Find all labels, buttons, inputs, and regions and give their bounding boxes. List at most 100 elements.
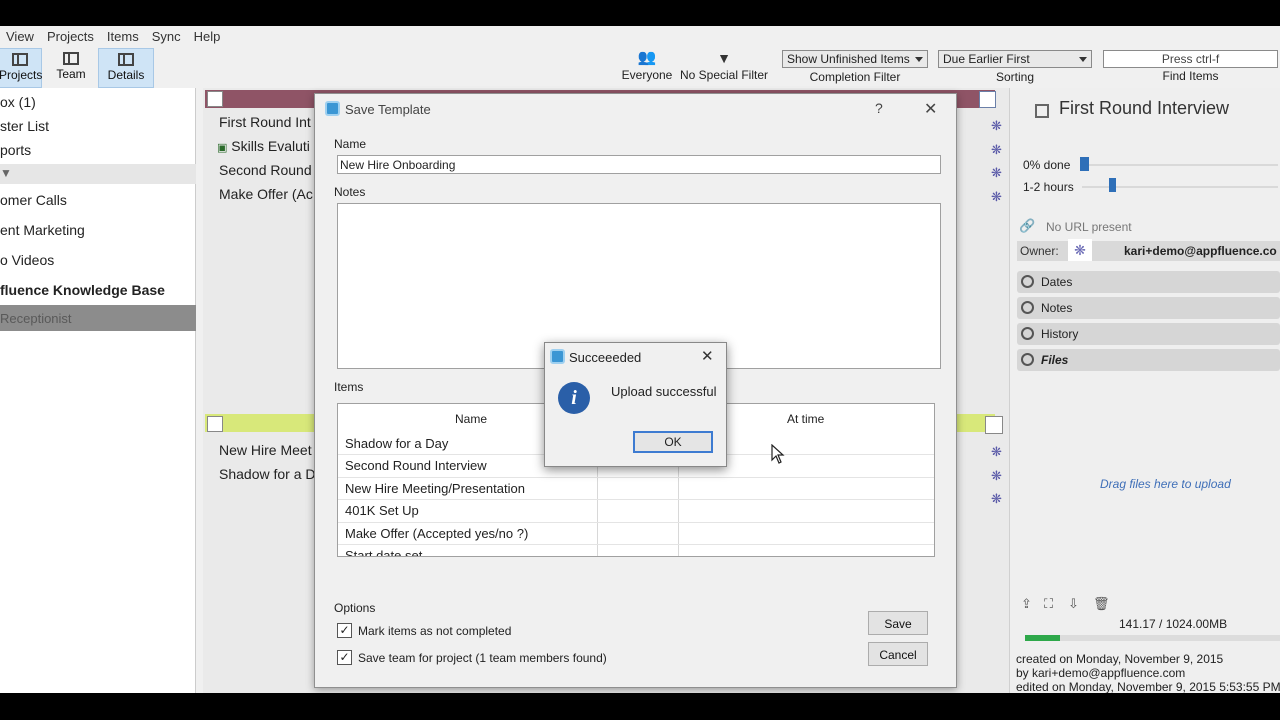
nav-project-receptionist-row[interactable]: Receptionist [0, 305, 196, 331]
avatar[interactable]: ❋ [991, 487, 1002, 511]
details-button-label: Details [107, 68, 145, 82]
mark-not-completed-checkbox[interactable]: ✓ [337, 623, 352, 638]
projects-view-button[interactable]: Projects [0, 48, 42, 88]
dialog-title: Save Template [345, 102, 431, 117]
avatar[interactable]: ❋ [991, 440, 1002, 464]
section-dates[interactable]: Dates [1017, 271, 1280, 293]
owner-avatar: ❋ [1068, 239, 1092, 261]
mark-not-completed-label: Mark items as not completed [358, 624, 512, 638]
save-team-checkbox[interactable]: ✓ [337, 650, 352, 665]
completion-filter-label: Completion Filter [809, 70, 901, 84]
nav-project-customer-calls[interactable]: omer Calls [0, 192, 67, 208]
nav-project-content-marketing[interactable]: ent Marketing [0, 222, 85, 238]
name-input-value: New Hire Onboarding [340, 158, 456, 172]
trash-icon[interactable]: 🗑 [1093, 596, 1110, 612]
name-input[interactable]: New Hire Onboarding [337, 155, 941, 174]
find-items-input[interactable]: Press ctrl-f [1103, 50, 1278, 68]
notes-label: Notes [334, 185, 366, 199]
screenshot-icon[interactable]: ⛶ [1044, 596, 1053, 612]
details-view-button[interactable]: Details [98, 48, 154, 88]
nav-master-list[interactable]: ster List [0, 118, 49, 134]
close-button[interactable]: ✕ [701, 347, 714, 365]
table-row[interactable]: Make Offer (Accepted yes/no ?) [338, 522, 934, 545]
avatar[interactable]: ❋ [991, 161, 1002, 185]
avatar[interactable]: ❋ [991, 114, 1002, 138]
team-view-button[interactable]: Team [48, 48, 94, 88]
url-field[interactable]: No URL present [1046, 220, 1132, 234]
percent-done-slider[interactable] [1082, 164, 1278, 166]
completion-filter-select[interactable]: Show Unfinished Items [782, 50, 928, 68]
cancel-button[interactable]: Cancel [868, 642, 928, 666]
attachment-icon: ▣ [217, 142, 228, 154]
success-dialog-title: Succeeeded [569, 350, 642, 365]
info-icon: i [558, 382, 590, 414]
estimate-handle[interactable] [1109, 178, 1116, 192]
item-type-icon [1035, 104, 1049, 118]
project-checkbox-right[interactable] [979, 91, 996, 108]
storage-bar-fill [1025, 635, 1061, 641]
nav-project-knowledge-base[interactable]: fluence Knowledge Base [0, 282, 165, 298]
filter-icon[interactable]: ▼ [0, 166, 12, 180]
avatar[interactable]: ❋ [991, 464, 1002, 488]
everyone-filter-button[interactable]: 👥 Everyone [618, 50, 676, 88]
avatar[interactable]: ❋ [991, 185, 1002, 209]
details-title[interactable]: First Round Interview [1059, 98, 1229, 119]
menu-view[interactable]: View [0, 29, 41, 44]
sorting-select[interactable]: Due Earlier First [938, 50, 1092, 68]
section-notes[interactable]: Notes [1017, 297, 1280, 319]
section-history[interactable]: History [1017, 323, 1280, 345]
expand-circle-icon [1021, 353, 1034, 366]
item-shadow-for-a-day[interactable]: Shadow for a D [219, 466, 316, 482]
menu-items[interactable]: Items [101, 29, 146, 44]
item-new-hire-meeting[interactable]: New Hire Meet [219, 442, 312, 458]
project-checkbox-2-right[interactable] [985, 416, 1003, 434]
percent-done-handle[interactable] [1080, 157, 1089, 171]
item-second-round[interactable]: Second Round [219, 162, 312, 178]
find-items-label: Find Items [1162, 69, 1219, 83]
app-window: View Projects Items Sync Help Projects T… [0, 26, 1280, 693]
left-navigation: ox (1) ster List ports ▼ omer Calls ent … [0, 88, 196, 693]
item-skills-row[interactable]: ▣ Skills Evaluti [217, 138, 310, 154]
drag-files-hint[interactable]: Drag files here to upload [1100, 477, 1231, 491]
owner-value[interactable]: kari+demo@appfluence.co [1124, 244, 1277, 258]
funnel-icon: ▼ [717, 50, 731, 66]
project-checkbox[interactable] [207, 91, 223, 107]
nav-reports[interactable]: ports [0, 142, 31, 158]
menu-help[interactable]: Help [188, 29, 228, 44]
menu-projects[interactable]: Projects [41, 29, 101, 44]
help-button[interactable]: ? [875, 100, 883, 116]
ok-button[interactable]: OK [633, 431, 713, 453]
nav-inbox[interactable]: ox (1) [0, 94, 36, 110]
table-row[interactable]: Start date set [338, 544, 934, 556]
table-row[interactable]: 401K Set Up [338, 499, 934, 523]
sorting-value: Due Earlier First [943, 52, 1030, 66]
item-first-round[interactable]: First Round Int [219, 114, 311, 130]
column-header-name[interactable]: Name [455, 412, 487, 426]
estimate-label: 1-2 hours [1023, 180, 1074, 194]
expand-circle-icon [1021, 301, 1034, 314]
row-item-name: Make Offer (Accepted yes/no ?) [338, 522, 597, 545]
avatar-column-top: ❋ ❋ ❋ ❋ [991, 114, 1002, 208]
row-item-name: New Hire Meeting/Presentation [338, 477, 597, 500]
column-header-time[interactable]: At time [787, 412, 824, 426]
people-icon: 👥 [637, 49, 657, 66]
project-checkbox-2[interactable] [207, 416, 223, 432]
menu-sync[interactable]: Sync [146, 29, 188, 44]
close-button[interactable]: ✕ [924, 99, 937, 119]
item-make-offer[interactable]: Make Offer (Ac [219, 186, 313, 202]
avatar[interactable]: ❋ [991, 138, 1002, 162]
section-files[interactable]: Files [1017, 349, 1280, 371]
storage-bar [1025, 635, 1280, 641]
special-filter-button[interactable]: ▼ No Special Filter [678, 50, 770, 88]
nav-project-videos[interactable]: o Videos [0, 252, 54, 268]
owner-label: Owner: [1020, 244, 1059, 258]
completion-filter-value: Show Unfinished Items [787, 52, 910, 66]
link-icon: 🔗 [1019, 218, 1036, 233]
upload-icon[interactable]: ⇪ [1021, 596, 1032, 612]
save-button[interactable]: Save [868, 611, 928, 635]
expand-circle-icon [1021, 327, 1034, 340]
download-icon[interactable]: ⇩ [1068, 596, 1079, 612]
app-icon [550, 349, 565, 364]
chevron-down-icon [915, 57, 923, 62]
table-row[interactable]: New Hire Meeting/Presentation [338, 477, 934, 500]
